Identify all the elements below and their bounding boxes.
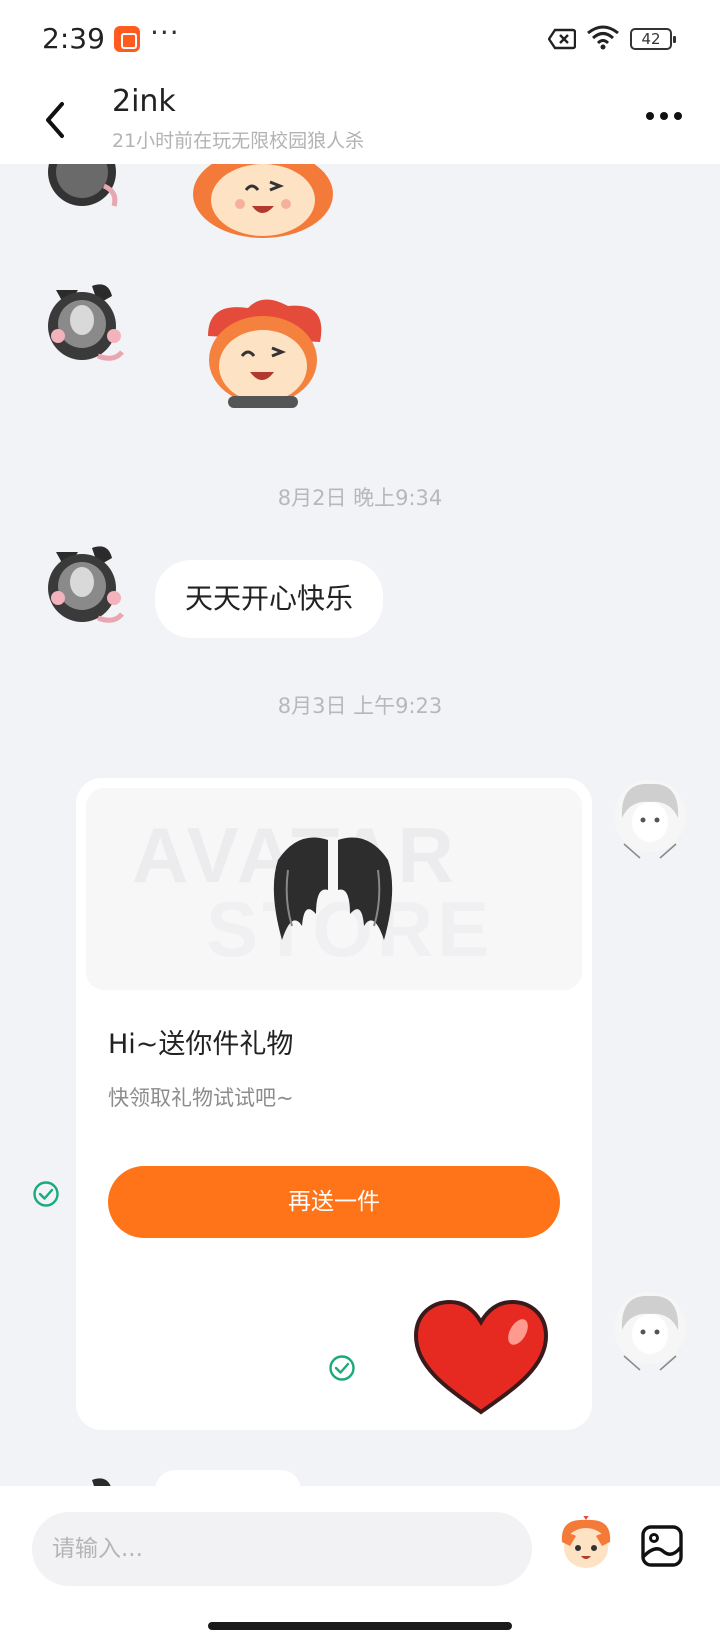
read-check-icon: [33, 1181, 59, 1207]
send-again-button[interactable]: 再送一件: [108, 1166, 560, 1238]
contact-status: 21小时前在玩无限校园狼人杀: [112, 130, 365, 152]
more-options-icon[interactable]: [644, 110, 684, 122]
contact-avatar[interactable]: [38, 538, 126, 630]
sticker-image[interactable]: [188, 296, 338, 412]
message-bubble[interactable]: 天天开心快乐: [155, 560, 384, 638]
gift-title: Hi~送你件礼物: [108, 1029, 294, 1060]
contact-avatar[interactable]: [38, 1470, 126, 1486]
my-avatar[interactable]: [610, 774, 690, 862]
status-bar: 2:39 ··· 42: [0, 0, 720, 78]
image-picker-icon[interactable]: [640, 1524, 684, 1568]
input-bar: [0, 1486, 720, 1640]
home-indicator[interactable]: [208, 1622, 512, 1630]
gift-subtitle: 快领取礼物试试吧~: [108, 1086, 294, 1110]
message-input[interactable]: [32, 1512, 532, 1586]
my-avatar[interactable]: [610, 1286, 690, 1374]
contact-avatar[interactable]: [38, 276, 126, 368]
chat-messages[interactable]: 8月2日 晚上9:34 天天开心快乐 8月3日 上午9:23 AVATAR ST…: [0, 164, 720, 1486]
message-bubble-partial[interactable]: [155, 1470, 301, 1486]
contact-avatar[interactable]: [38, 164, 126, 216]
gift-image: AVATAR STORE: [86, 788, 582, 990]
timestamp: 8月3日 上午9:23: [277, 694, 443, 718]
no-sim-icon: [548, 28, 576, 50]
read-check-icon: [329, 1355, 355, 1381]
status-time: 2:39: [42, 22, 105, 55]
app-notification-icon: [114, 26, 140, 52]
emoji-sticker-icon[interactable]: [556, 1516, 616, 1572]
battery-indicator: 42: [630, 28, 676, 50]
sticker-image[interactable]: [188, 164, 338, 244]
heart-sticker[interactable]: [410, 1298, 552, 1418]
chat-header: 2ink 21小时前在玩无限校园狼人杀: [0, 78, 720, 164]
wings-icon: [273, 837, 393, 940]
status-more-icon: ···: [150, 16, 180, 49]
back-arrow-icon[interactable]: [40, 98, 70, 142]
contact-name[interactable]: 2ink: [112, 84, 176, 119]
timestamp: 8月2日 晚上9:34: [277, 486, 443, 510]
wifi-icon: [587, 25, 619, 50]
